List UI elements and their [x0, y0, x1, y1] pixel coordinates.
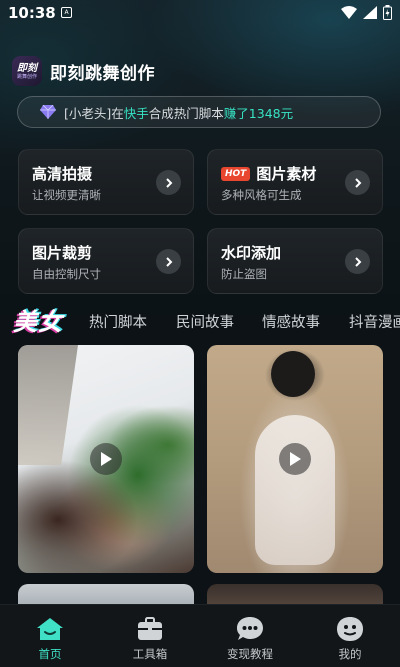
tab-folk-stories[interactable]: 民间故事	[176, 311, 234, 332]
nav-toolbox[interactable]: 工具箱	[100, 605, 200, 667]
nav-label: 我的	[338, 647, 362, 661]
logo-sub: 跳舞创作	[16, 73, 37, 80]
notice-middle: 合成热门脚本	[148, 105, 224, 121]
tool-title: 水印添加	[221, 244, 282, 262]
tab-emotion-stories[interactable]: 情感故事	[262, 311, 320, 332]
notice-earned: 赚了1348元	[223, 105, 294, 121]
video-card[interactable]	[18, 345, 194, 573]
app-logo: 即刻 跳舞创作	[12, 56, 42, 86]
tool-card-hd-capture[interactable]: 高清拍摄 让视频更清晰	[18, 149, 194, 215]
logo-text: 即刻	[17, 62, 37, 74]
notice-prefix: [小老头]在	[64, 105, 124, 121]
diamond-icon	[40, 105, 56, 119]
tool-subtitle: 自由控制尺寸	[32, 267, 101, 281]
tool-subtitle: 防止盗图	[221, 267, 267, 281]
chevron-right-icon[interactable]	[156, 170, 181, 195]
nav-label: 工具箱	[132, 647, 168, 661]
nav-home[interactable]: 首页	[0, 605, 100, 667]
chevron-right-icon[interactable]	[345, 170, 370, 195]
signal-icon	[363, 6, 377, 19]
video-card[interactable]	[207, 345, 383, 573]
tool-subtitle: 多种风格可生成	[221, 188, 302, 202]
tab-hot-scripts[interactable]: 热门脚本	[89, 311, 147, 332]
tab-douyin-comics[interactable]: 抖音漫画	[349, 311, 400, 332]
chevron-right-icon[interactable]	[156, 249, 181, 274]
profile-face-icon	[337, 617, 363, 641]
tool-title: 图片素材	[256, 165, 317, 183]
toolbox-icon	[138, 617, 162, 640]
status-bar: 10:38 A	[0, 0, 400, 26]
nav-tutorials[interactable]: 变现教程	[200, 605, 300, 667]
video-thumbnail	[255, 415, 335, 565]
tool-title: 图片裁剪	[32, 244, 93, 262]
tool-subtitle: 让视频更清晰	[32, 188, 101, 202]
tool-card-watermark[interactable]: 水印添加 防止盗图	[207, 228, 383, 294]
earnings-notice-banner[interactable]: [小老头]在 快手 合成热门脚本 赚了1348元	[17, 96, 381, 128]
tool-title: 高清拍摄	[32, 165, 93, 183]
app-header: 即刻 跳舞创作 即刻跳舞创作	[12, 56, 155, 86]
status-time: 10:38	[8, 4, 56, 22]
nav-label: 变现教程	[227, 647, 273, 661]
battery-icon	[383, 5, 392, 20]
tool-card-image-assets[interactable]: HOT 图片素材 多种风格可生成	[207, 149, 383, 215]
wifi-icon	[341, 6, 357, 19]
video-thumbnail	[18, 345, 78, 465]
video-thumbnail-detail	[271, 351, 315, 397]
chevron-right-icon[interactable]	[345, 249, 370, 274]
home-icon	[37, 618, 63, 640]
category-tabs: 美女 热门脚本 民间故事 情感故事 抖音漫画	[0, 300, 400, 340]
bottom-nav: 首页 工具箱 变现教程 我的	[0, 604, 400, 667]
nav-profile[interactable]: 我的	[300, 605, 400, 667]
nav-label: 首页	[38, 647, 62, 661]
play-icon[interactable]	[279, 443, 311, 475]
tool-card-image-crop[interactable]: 图片裁剪 自由控制尺寸	[18, 228, 194, 294]
tab-beauty[interactable]: 美女	[13, 302, 63, 337]
chat-bubble-icon	[237, 617, 263, 640]
app-title: 即刻跳舞创作	[50, 63, 155, 84]
hot-badge: HOT	[221, 166, 251, 181]
notice-platform: 快手	[123, 105, 149, 121]
sim-a-icon: A	[61, 7, 72, 18]
play-icon[interactable]	[90, 443, 122, 475]
